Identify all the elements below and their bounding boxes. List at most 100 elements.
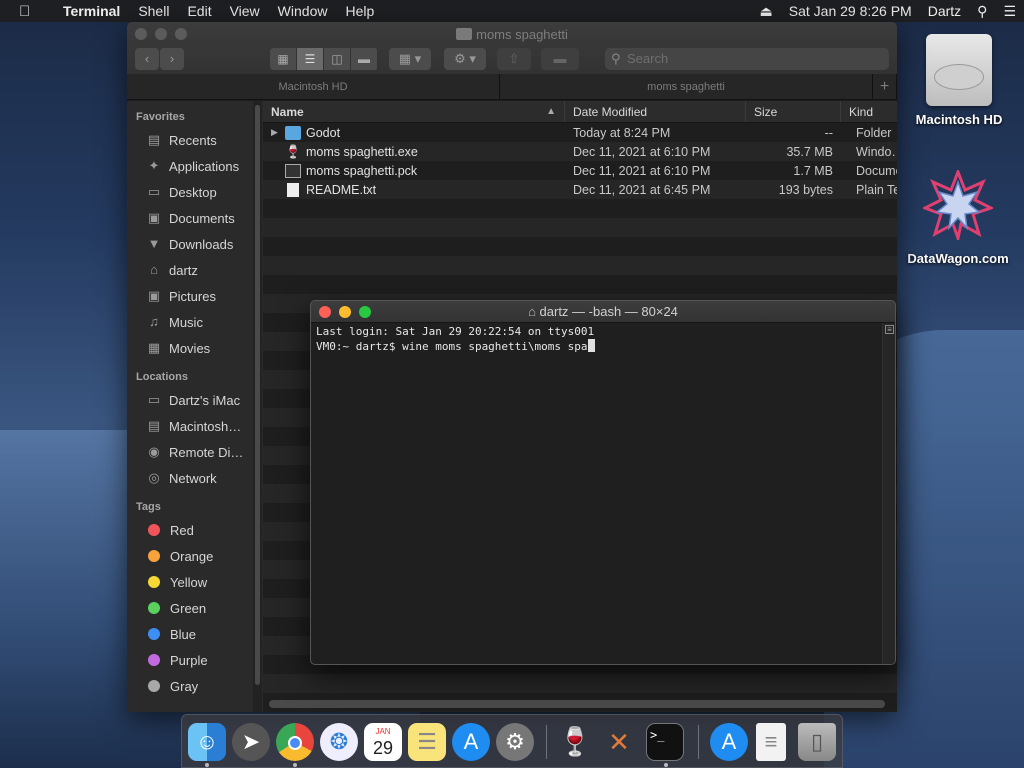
sidebar-tag-purple[interactable]: Purple: [127, 647, 263, 673]
file-row-readme[interactable]: README.txt Dec 11, 2021 at 6:45 PM 193 b…: [263, 180, 897, 199]
new-tab-button[interactable]: +: [873, 74, 897, 99]
sidebar-tag-blue[interactable]: Blue: [127, 621, 263, 647]
menu-help[interactable]: Help: [336, 0, 383, 22]
sidebar-item-network[interactable]: ◎ Network: [127, 465, 263, 491]
sidebar-tag-green[interactable]: Green: [127, 595, 263, 621]
menu-view[interactable]: View: [221, 0, 269, 22]
terminal-window[interactable]: ⌂ dartz — -bash — 80×24 Last login: Sat …: [310, 300, 896, 665]
sidebar: Favorites ▤ Recents ✦ Applications ▭ Deskto…: [127, 101, 263, 712]
dock-finder-icon[interactable]: ☺: [188, 723, 226, 761]
sidebar-heading-locations: Locations: [136, 371, 188, 383]
sidebar-item-downloads[interactable]: ▼ Downloads: [127, 231, 263, 257]
music-note-icon: ♫: [149, 314, 159, 329]
sidebar-tag-red[interactable]: Red: [127, 517, 263, 543]
sidebar-tag-orange[interactable]: Orange: [127, 543, 263, 569]
menu-window[interactable]: Window: [269, 0, 337, 22]
dock-trash-icon[interactable]: ▯: [798, 723, 836, 761]
list-view-button[interactable]: ☰: [297, 48, 324, 70]
tab-bar: Macintosh HD moms spaghetti +: [127, 74, 897, 100]
sidebar-tag-yellow[interactable]: Yellow: [127, 569, 263, 595]
sidebar-item-pictures[interactable]: ▣ Pictures: [127, 283, 263, 309]
calendar-day: 29: [372, 738, 394, 758]
sidebar-item-remote-disc[interactable]: ◉ Remote Di…: [127, 439, 263, 465]
forward-button[interactable]: ›: [160, 48, 184, 70]
dock-calendar-icon[interactable]: JAN 29: [364, 723, 402, 761]
dock-wine-icon[interactable]: 🍷: [556, 723, 594, 761]
dock-notes-icon[interactable]: ☰: [408, 723, 446, 761]
terminal-scrollbar[interactable]: ≡: [882, 323, 895, 664]
column-header-kind[interactable]: Kind: [841, 101, 897, 122]
column-header-row: Name ▲ Date Modified Size Kind: [263, 101, 897, 123]
gallery-view-button[interactable]: ▬: [351, 48, 378, 70]
tab-moms-spaghetti[interactable]: moms spaghetti: [500, 74, 873, 99]
sidebar-item-music[interactable]: ♫ Music: [127, 309, 263, 335]
dock-downloads-app-store-icon[interactable]: A: [710, 723, 748, 761]
sidebar-item-documents[interactable]: ▣ Documents: [127, 205, 263, 231]
terminal-output[interactable]: Last login: Sat Jan 29 20:22:54 on ttys0…: [315, 324, 881, 664]
file-row-exe[interactable]: 🍷 moms spaghetti.exe Dec 11, 2021 at 6:10…: [263, 142, 897, 161]
file-row-godot[interactable]: ▶ Godot Today at 8:24 PM -- Folder: [263, 123, 897, 142]
menu-shell[interactable]: Shell: [129, 0, 178, 22]
terminal-prompt-line: VM0:~ dartz$ wine moms spaghetti\moms sp…: [316, 340, 588, 353]
sidebar-scrollbar[interactable]: [253, 101, 262, 712]
dock-crossover-icon[interactable]: ✕: [600, 723, 638, 761]
column-header-date[interactable]: Date Modified: [565, 101, 746, 122]
terminal-titlebar: ⌂ dartz — -bash — 80×24: [311, 301, 895, 323]
share-button[interactable]: ⇧: [497, 48, 531, 70]
tag-dot-red: [148, 524, 160, 536]
user-menu[interactable]: Dartz: [920, 3, 969, 19]
tag-dot-purple: [148, 654, 160, 666]
clock[interactable]: Sat Jan 29 8:26 PM: [781, 3, 920, 19]
document-icon: [285, 163, 301, 178]
tag-dot-green: [148, 602, 160, 614]
sidebar-item-movies[interactable]: ▦ Movies: [127, 335, 263, 361]
sidebar-item-recents[interactable]: ▤ Recents: [127, 127, 263, 153]
sidebar-item-imac[interactable]: ▭ Dartz's iMac: [127, 387, 263, 413]
home-icon: ⌂: [528, 304, 540, 319]
disclosure-triangle-icon[interactable]: ▶: [271, 127, 285, 138]
imac-icon: ▭: [147, 392, 161, 407]
terminal-title: ⌂ dartz — -bash — 80×24: [528, 304, 678, 319]
desktop-icon-datawagon[interactable]: DataWagon.com: [903, 167, 1013, 266]
action-gear-button[interactable]: ⚙ ▾: [444, 48, 486, 70]
column-view-button[interactable]: ◫: [324, 48, 351, 70]
recents-icon: ▤: [147, 132, 161, 147]
column-header-name[interactable]: Name ▲: [263, 101, 565, 122]
tag-button[interactable]: ▬: [541, 48, 579, 70]
dock-app-store-icon[interactable]: A: [452, 723, 490, 761]
notification-center-icon[interactable]: ☰: [995, 3, 1024, 20]
documents-icon: ▣: [147, 210, 161, 225]
text-cursor: [587, 339, 595, 352]
desktop-icon-macintosh-hd[interactable]: Macintosh HD: [904, 34, 1014, 127]
column-header-size[interactable]: Size: [746, 101, 841, 122]
finder-titlebar: moms spaghetti ‹ › ▦ ☰ ◫ ▬ ▦ ▾ ⚙ ▾ ⇧ ▬ ⚲…: [127, 22, 897, 74]
window-title: moms spaghetti: [127, 27, 897, 42]
dock-launchpad-icon[interactable]: ➤: [232, 723, 270, 761]
horizontal-scrollbar[interactable]: [269, 700, 885, 708]
file-row-pck[interactable]: moms spaghetti.pck Dec 11, 2021 at 6:10 …: [263, 161, 897, 180]
icon-view-button[interactable]: ▦: [270, 48, 297, 70]
dock-terminal-icon[interactable]: >_: [646, 723, 684, 761]
sidebar-item-home[interactable]: ⌂ dartz: [127, 257, 263, 283]
hard-drive-icon: ▤: [147, 418, 161, 433]
sidebar-item-applications[interactable]: ✦ Applications: [127, 153, 263, 179]
spotlight-search-icon[interactable]: ⚲: [969, 3, 995, 20]
group-by-button[interactable]: ▦ ▾: [389, 48, 431, 70]
back-button[interactable]: ‹: [135, 48, 159, 70]
sidebar-heading-favorites: Favorites: [136, 111, 185, 123]
sidebar-item-desktop[interactable]: ▭ Desktop: [127, 179, 263, 205]
dock-system-preferences-icon[interactable]: ⚙: [496, 723, 534, 761]
eject-icon[interactable]: ⏏: [752, 3, 781, 20]
camera-icon: ▣: [147, 288, 161, 303]
tab-macintosh-hd[interactable]: Macintosh HD: [127, 74, 500, 99]
dock-safari-icon[interactable]: ❂: [320, 723, 358, 761]
apple-icon[interactable]: : [19, 3, 37, 20]
search-field[interactable]: ⚲ Search: [605, 48, 889, 70]
menu-app-name[interactable]: Terminal: [54, 0, 129, 22]
menu-edit[interactable]: Edit: [178, 0, 220, 22]
dock: ☺ ➤ ❂ JAN 29 ☰ A ⚙ 🍷 ✕ >_ A ≡ ▯: [181, 714, 843, 768]
sidebar-tag-gray[interactable]: Gray: [127, 673, 263, 699]
sidebar-item-macintosh-hd[interactable]: ▤ Macintosh…: [127, 413, 263, 439]
dock-chrome-icon[interactable]: [276, 723, 314, 761]
dock-document-icon[interactable]: ≡: [756, 723, 786, 761]
